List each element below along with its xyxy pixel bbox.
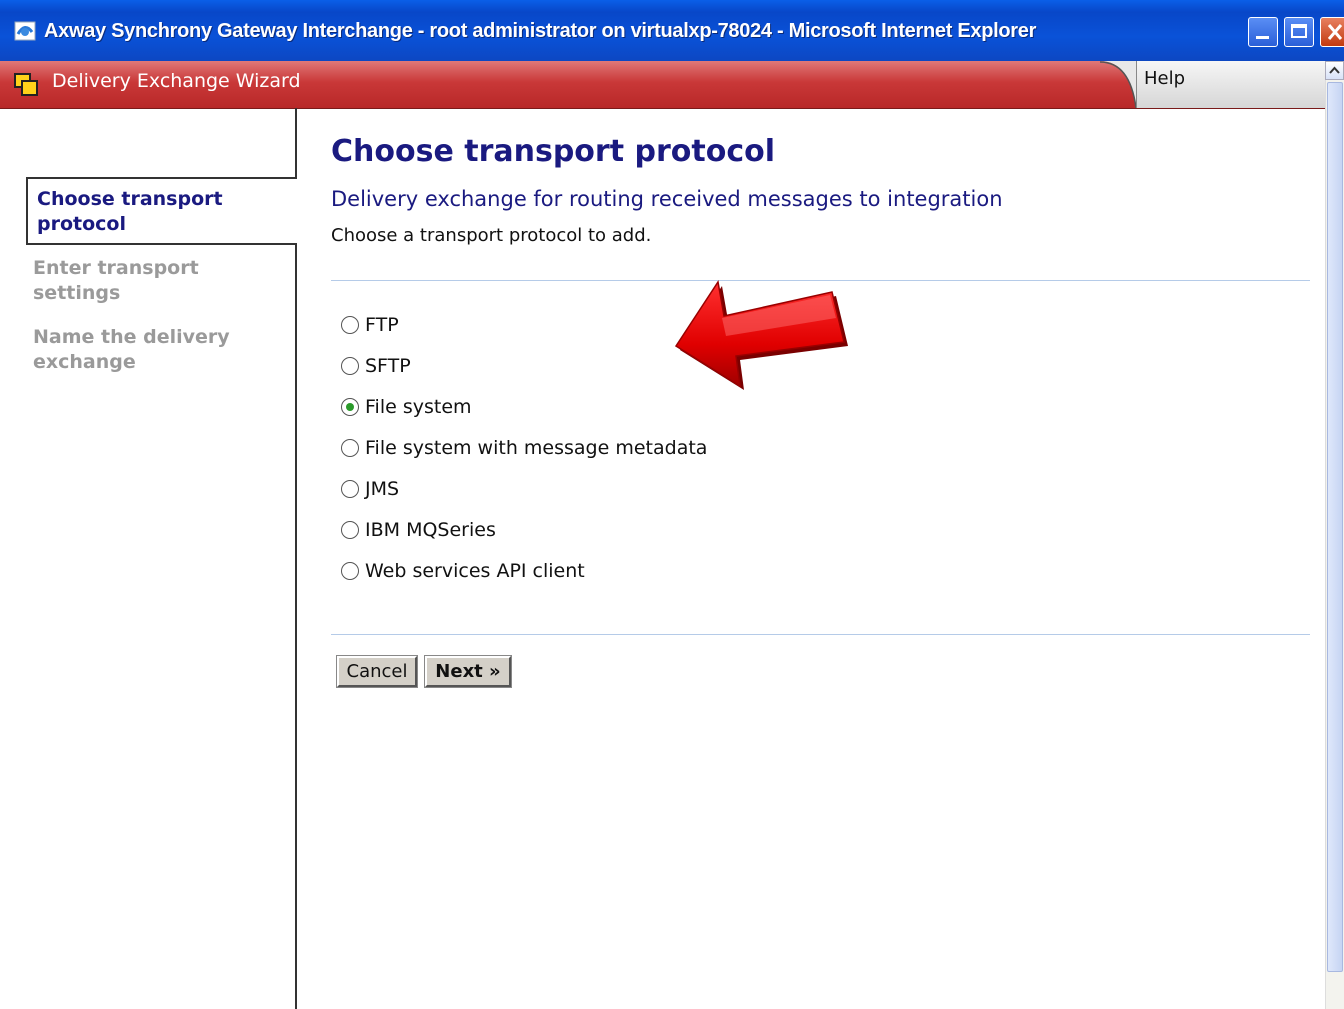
option-label: SFTP	[365, 355, 411, 377]
cancel-button[interactable]: Cancel	[336, 655, 418, 688]
option-label: File system with message metadata	[365, 437, 708, 459]
step-enter-transport-settings: Enter transport settings	[33, 257, 199, 304]
chevron-up-icon	[1329, 66, 1340, 74]
window-titlebar[interactable]: Axway Synchrony Gateway Interchange - ro…	[0, 0, 1344, 61]
option-file-system-metadata[interactable]: File system with message metadata	[341, 434, 707, 462]
option-file-system[interactable]: File system	[341, 393, 472, 421]
step-choose-transport-protocol: Choose transport protocol	[37, 188, 223, 235]
wizard-windows-icon	[14, 73, 38, 96]
window-title: Axway Synchrony Gateway Interchange - ro…	[44, 20, 1037, 42]
scroll-up-button[interactable]	[1325, 61, 1344, 80]
radio-jms[interactable]	[341, 480, 359, 498]
close-icon	[1327, 24, 1343, 40]
close-button[interactable]	[1320, 17, 1344, 47]
minimize-button[interactable]	[1248, 17, 1278, 47]
option-label: File system	[365, 396, 472, 418]
step-name-delivery-exchange: Name the delivery exchange	[33, 326, 230, 373]
option-sftp[interactable]: SFTP	[341, 352, 411, 380]
maximize-button[interactable]	[1284, 17, 1314, 47]
radio-ftp[interactable]	[341, 316, 359, 334]
page-title: Choose transport protocol	[331, 134, 776, 169]
scroll-thumb[interactable]	[1327, 82, 1343, 972]
help-link[interactable]: Help	[1144, 68, 1185, 89]
divider-bottom	[331, 634, 1310, 635]
help-tab-edge	[1100, 61, 1140, 108]
page-subtitle: Delivery exchange for routing received m…	[331, 187, 1003, 211]
internet-explorer-icon	[14, 21, 36, 41]
wizard-title: Delivery Exchange Wizard	[52, 70, 301, 92]
option-jms[interactable]: JMS	[341, 475, 399, 503]
next-button[interactable]: Next »	[424, 655, 512, 688]
radio-web-services-api-client[interactable]	[341, 562, 359, 580]
option-ibm-mqseries[interactable]: IBM MQSeries	[341, 516, 496, 544]
radio-file-system[interactable]	[341, 398, 359, 416]
radio-file-system-metadata[interactable]	[341, 439, 359, 457]
option-label: FTP	[365, 314, 399, 336]
option-label: JMS	[365, 478, 400, 500]
option-ftp[interactable]: FTP	[341, 311, 399, 339]
option-web-services-api-client[interactable]: Web services API client	[341, 557, 585, 585]
radio-sftp[interactable]	[341, 357, 359, 375]
radio-ibm-mqseries[interactable]	[341, 521, 359, 539]
red-arrow-icon	[674, 280, 848, 390]
option-label: IBM MQSeries	[365, 519, 496, 541]
option-label: Web services API client	[365, 560, 585, 582]
instruction-text: Choose a transport protocol to add.	[331, 225, 652, 246]
